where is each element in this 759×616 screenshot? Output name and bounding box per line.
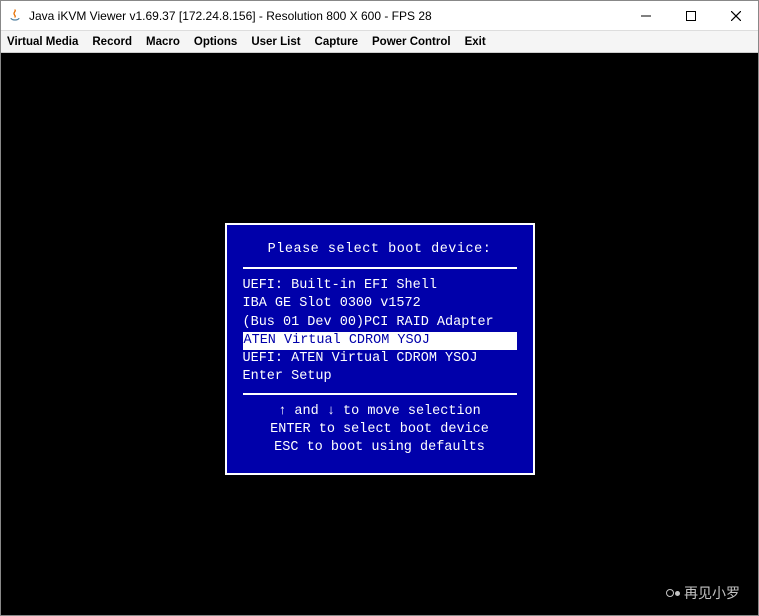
wechat-icon — [666, 589, 680, 597]
minimize-button[interactable] — [623, 1, 668, 31]
watermark-text: 再见小罗 — [684, 583, 740, 603]
boot-option[interactable]: UEFI: Built-in EFI Shell — [243, 277, 517, 295]
boot-option-selected[interactable]: ATEN Virtual CDROM YSOJ — [243, 332, 517, 350]
bios-help-text: ↑ and ↓ to move selection ENTER to selec… — [243, 403, 517, 458]
separator — [243, 267, 517, 269]
boot-option[interactable]: Enter Setup — [243, 368, 517, 386]
app-window: Java iKVM Viewer v1.69.37 [172.24.8.156]… — [0, 0, 759, 616]
menu-capture[interactable]: Capture — [315, 36, 358, 48]
menu-power-control[interactable]: Power Control — [372, 36, 451, 48]
bios-dialog-title: Please select boot device: — [243, 241, 517, 259]
menu-exit[interactable]: Exit — [465, 36, 486, 48]
window-controls — [623, 1, 758, 30]
bios-boot-dialog: Please select boot device: UEFI: Built-i… — [225, 223, 535, 475]
help-line: ENTER to select boot device — [243, 421, 517, 439]
boot-option[interactable]: IBA GE Slot 0300 v1572 — [243, 295, 517, 313]
watermark: 再见小罗 — [666, 583, 740, 603]
menu-user-list[interactable]: User List — [251, 36, 300, 48]
maximize-button[interactable] — [668, 1, 713, 31]
java-icon — [7, 8, 23, 24]
help-line: ESC to boot using defaults — [243, 439, 517, 457]
titlebar: Java iKVM Viewer v1.69.37 [172.24.8.156]… — [1, 1, 758, 31]
bios-boot-options: UEFI: Built-in EFI Shell IBA GE Slot 030… — [243, 277, 517, 386]
separator — [243, 393, 517, 395]
remote-console[interactable]: Please select boot device: UEFI: Built-i… — [1, 53, 758, 615]
menubar: Virtual Media Record Macro Options User … — [1, 31, 758, 53]
boot-option[interactable]: UEFI: ATEN Virtual CDROM YSOJ — [243, 350, 517, 368]
help-line: ↑ and ↓ to move selection — [243, 403, 517, 421]
menu-macro[interactable]: Macro — [146, 36, 180, 48]
boot-option[interactable]: (Bus 01 Dev 00)PCI RAID Adapter — [243, 314, 517, 332]
close-button[interactable] — [713, 1, 758, 31]
window-title: Java iKVM Viewer v1.69.37 [172.24.8.156]… — [29, 9, 623, 23]
menu-virtual-media[interactable]: Virtual Media — [7, 36, 78, 48]
menu-record[interactable]: Record — [92, 36, 132, 48]
menu-options[interactable]: Options — [194, 36, 237, 48]
